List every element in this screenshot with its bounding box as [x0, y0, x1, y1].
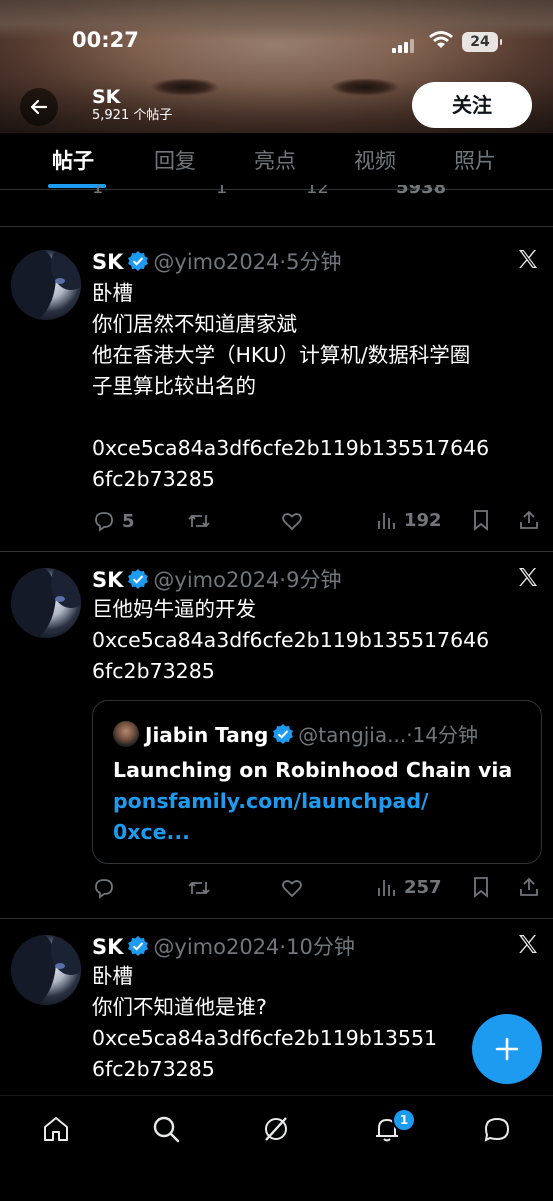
- follow-button[interactable]: 关注: [412, 82, 532, 128]
- author-handle[interactable]: @yimo2024: [153, 250, 279, 274]
- tab-videos[interactable]: 视频: [354, 145, 396, 175]
- views-chart-icon: [378, 880, 395, 896]
- share-button[interactable]: [518, 509, 540, 531]
- quoted-post-meta: Jiabin Tang @tangjia...·14分钟: [113, 719, 478, 748]
- profile-tabs: 帖子 回复 亮点 视频 照片: [0, 133, 553, 190]
- compose-button[interactable]: [472, 1014, 542, 1084]
- arrow-left-icon: [30, 99, 48, 115]
- like-button[interactable]: [280, 876, 304, 900]
- post-meta: SK @yimo2024·5分钟: [92, 250, 342, 274]
- tab-posts[interactable]: 帖子: [52, 145, 94, 175]
- bookmark-button[interactable]: [470, 509, 492, 531]
- heart-icon: [282, 880, 302, 898]
- battery-icon: 24: [462, 32, 502, 52]
- reply-icon: [95, 512, 113, 532]
- quoted-link[interactable]: ponsfamily.com/launchpad/: [113, 786, 523, 817]
- profile-header-info: SK 5,921 个帖子: [92, 86, 172, 124]
- x-logo-icon: [519, 568, 537, 586]
- post-1[interactable]: SK @yimo2024·5分钟 卧槽 你们居然不知道唐家斌 他在香港大学（HKU…: [0, 246, 553, 546]
- grok-icon[interactable]: [261, 1114, 291, 1144]
- profile-name: SK: [92, 86, 121, 108]
- verified-badge-icon: [128, 569, 149, 589]
- search-icon[interactable]: [151, 1114, 181, 1144]
- post-time: 9分钟: [286, 568, 342, 592]
- quoted-post[interactable]: Jiabin Tang @tangjia...·14分钟 Launching on…: [92, 700, 542, 864]
- author-name[interactable]: SK: [92, 250, 123, 274]
- share-icon: [520, 510, 538, 529]
- verified-badge-icon: [128, 251, 149, 271]
- bottom-navigation: 1: [0, 1095, 553, 1201]
- share-icon: [520, 877, 538, 896]
- quoted-author-handle: @tangjia...: [298, 723, 407, 747]
- bookmark-button[interactable]: [470, 876, 492, 898]
- plus-icon: [495, 1037, 519, 1061]
- post-3[interactable]: SK @yimo2024·10分钟 卧槽 你们不知道他是谁? 0xce5ca84a…: [0, 931, 553, 1091]
- share-button[interactable]: [518, 876, 540, 898]
- reply-button[interactable]: 5: [92, 509, 135, 533]
- views-chart-icon: [378, 513, 395, 529]
- quoted-avatar: [113, 721, 139, 747]
- avatar[interactable]: [11, 568, 81, 638]
- x-logo-icon: [519, 935, 537, 953]
- tab-photos[interactable]: 照片: [454, 145, 496, 175]
- bookmark-icon: [474, 510, 488, 531]
- home-icon[interactable]: [41, 1114, 71, 1144]
- post-text: 卧槽 你们不知道他是谁? 0xce5ca84a3df6cfe2b119b1355…: [92, 964, 438, 1081]
- x-logo-icon: [519, 250, 537, 268]
- repost-count[interactable]: 1: [216, 185, 227, 198]
- reply-icon: [95, 879, 113, 899]
- views-button[interactable]: 257: [376, 876, 442, 898]
- post-actions: 5 192: [92, 509, 542, 537]
- quoted-author-name: Jiabin Tang: [145, 723, 269, 747]
- like-count[interactable]: 12: [306, 185, 329, 198]
- post-count: 5,921 个帖子: [92, 108, 173, 123]
- avatar[interactable]: [11, 250, 81, 320]
- post-meta: SK @yimo2024·9分钟: [92, 568, 342, 592]
- notifications-badge: 1: [392, 1108, 416, 1132]
- author-handle[interactable]: @yimo2024: [153, 935, 279, 959]
- like-button[interactable]: [280, 509, 304, 533]
- repost-icon: [188, 514, 210, 528]
- cellular-signal-icon: [392, 34, 416, 53]
- tab-replies[interactable]: 回复: [154, 145, 196, 175]
- bookmark-icon: [474, 877, 488, 898]
- post-2[interactable]: SK @yimo2024·9分钟 巨他妈牛逼的开发 0xce5ca84a3df6c…: [0, 564, 553, 904]
- reply-count[interactable]: 1: [92, 185, 103, 198]
- back-button[interactable]: [20, 88, 58, 126]
- post-time: 10分钟: [286, 935, 355, 959]
- heart-icon: [282, 513, 302, 531]
- repost-icon: [188, 881, 210, 895]
- repost-button[interactable]: [186, 509, 212, 533]
- author-name[interactable]: SK: [92, 935, 123, 959]
- view-count[interactable]: 5938: [396, 185, 446, 198]
- author-name[interactable]: SK: [92, 568, 123, 592]
- post-text: 巨他妈牛逼的开发 0xce5ca84a3df6cfe2b119b13551764…: [92, 597, 490, 683]
- messages-icon[interactable]: [482, 1114, 512, 1144]
- post-meta: SK @yimo2024·10分钟: [92, 935, 355, 959]
- author-handle[interactable]: @yimo2024: [153, 568, 279, 592]
- verified-badge-icon: [273, 724, 294, 744]
- post-actions: 257: [92, 876, 542, 904]
- post-time: 5分钟: [286, 250, 342, 274]
- quoted-post-text: Launching on Robinhood Chain via ponsfam…: [113, 755, 523, 848]
- reply-button[interactable]: [92, 876, 116, 900]
- views-button[interactable]: 192: [376, 509, 442, 531]
- quoted-link-cont[interactable]: 0xce...: [113, 817, 523, 848]
- previous-post-actions: 1 1 12 5938: [0, 185, 553, 205]
- status-bar: 00:27 24: [0, 24, 553, 60]
- repost-button[interactable]: [186, 876, 212, 900]
- avatar[interactable]: [11, 935, 81, 1005]
- tab-highlights[interactable]: 亮点: [254, 145, 296, 175]
- post-text: 卧槽 你们居然不知道唐家斌 他在香港大学（HKU）计算机/数据科学圈 子里算比较…: [92, 281, 490, 491]
- quoted-post-time: 14分钟: [412, 723, 479, 747]
- status-time: 00:27: [72, 28, 139, 52]
- verified-badge-icon: [128, 936, 149, 956]
- wifi-icon: [429, 31, 453, 48]
